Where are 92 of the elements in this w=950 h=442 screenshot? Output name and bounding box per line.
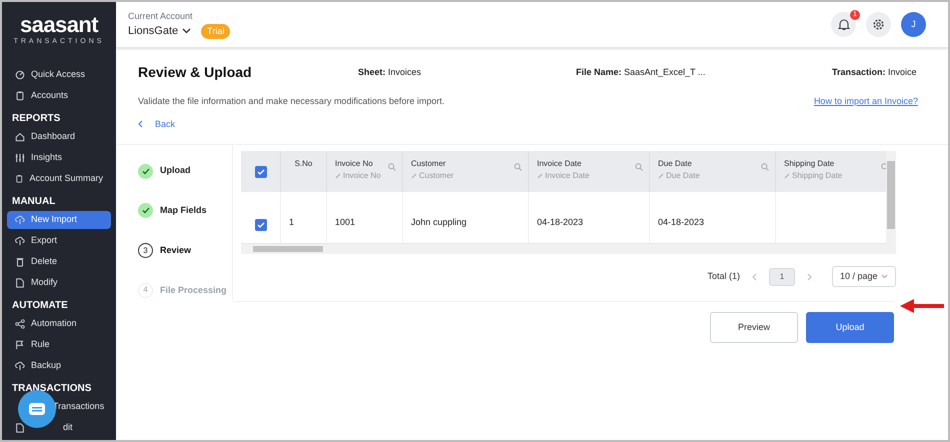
chevron-icon [182, 28, 192, 34]
clipboard-icon [15, 174, 24, 184]
sidebar-item[interactable]: dit [7, 418, 111, 438]
cloud-icon [15, 236, 25, 246]
link-icon [658, 173, 664, 180]
clipboard-icon [15, 90, 25, 101]
nodes-icon [15, 319, 25, 330]
column-title: Invoice No [335, 159, 373, 168]
page-button[interactable]: 1 [769, 268, 795, 286]
table-cell-text: 04-18-2023 [658, 216, 704, 229]
section-heading: TRANSACTIONS [11, 382, 92, 396]
link-icon [784, 173, 790, 180]
horizontal-scrollbar[interactable] [241, 244, 896, 254]
checkbox[interactable] [254, 166, 266, 178]
preview-button[interactable]: Preview [710, 312, 798, 344]
sidebar-item[interactable]: Dashboard [7, 128, 111, 146]
mapped-field: Customer [419, 170, 454, 182]
checkmark-icon [256, 222, 264, 228]
sidebar-item[interactable]: Rule [7, 336, 111, 354]
settings-button[interactable] [866, 12, 891, 37]
cloud-icon [15, 214, 25, 225]
search-icon [514, 163, 522, 172]
mapped-field: Invoice No [343, 170, 381, 182]
search-icon [388, 163, 396, 172]
help-link[interactable]: How to import an Invoice? [814, 95, 918, 108]
link-icon [537, 173, 543, 180]
meta-text: Sheet: Invoices [358, 66, 422, 79]
sidebar-item[interactable]: Account Summary [7, 170, 111, 188]
meta-text: File Name: SaasAnt_Excel_T ... [576, 66, 706, 79]
sidebar-item[interactable]: Automation [7, 314, 111, 334]
back-link[interactable]: Back [138, 118, 176, 131]
logo-wordmark: saasant [20, 14, 98, 36]
column-title: Customer [411, 159, 446, 168]
chevron-icon [881, 274, 888, 280]
vertical-scrollbar[interactable] [886, 151, 896, 246]
sliders-icon [15, 152, 25, 163]
document-icon [15, 423, 25, 434]
table-cell-text: 1001 [335, 216, 356, 229]
upload-button[interactable]: Upload [806, 312, 894, 344]
column-title: Due Date [658, 159, 692, 168]
sidebar-item[interactable]: Modify [7, 274, 111, 292]
link-icon [335, 173, 341, 180]
column-title: S.No [294, 159, 312, 168]
step-label: Upload [160, 164, 190, 178]
step-label: Map Fields [160, 204, 207, 218]
sidebar-item[interactable]: Accounts [7, 86, 111, 106]
checkbox[interactable] [254, 219, 266, 232]
description-text: Validate the file information and make necessary modifications before import. [138, 95, 444, 108]
chat-icon [29, 403, 45, 415]
arrow-annotation [900, 298, 944, 314]
step-label: Review [160, 244, 192, 257]
trash-icon [15, 256, 25, 267]
home-icon [15, 132, 25, 142]
table-cell-text: 04-18-2023 [537, 216, 584, 229]
link-icon [411, 173, 417, 180]
cloud-icon [15, 361, 25, 372]
chevron-left-icon [138, 120, 143, 128]
sidebar-item[interactable]: Quick Access [7, 66, 111, 84]
document-icon [15, 278, 25, 288]
table-cell-text: John cuppling [411, 216, 467, 229]
sidebar-item[interactable]: Insights [7, 148, 111, 168]
bell-icon [838, 18, 850, 31]
column-title: Shipping Date [784, 159, 834, 168]
total-count: Total (1) [707, 270, 740, 283]
step-number: 3 [138, 243, 153, 258]
flag-icon [15, 340, 25, 350]
checkmark-icon [256, 168, 264, 175]
step-number: 4 [138, 282, 153, 298]
meta-text: Transaction: Invoice [832, 66, 917, 79]
account-dropdown[interactable]: LionsGate [128, 23, 192, 40]
section-heading: REPORTS [11, 112, 62, 126]
account-label: Current Account [128, 10, 194, 22]
trial-badge: Trial [201, 24, 230, 39]
search-icon [635, 163, 643, 172]
mapped-field: Due Date [666, 170, 700, 182]
mapped-field: Shipping Date [792, 170, 842, 182]
sidebar-item[interactable]: Export [7, 232, 111, 250]
settings-icon [872, 18, 885, 31]
mapped-field: Invoice Date [545, 170, 590, 182]
section-heading: MANUAL [11, 194, 56, 209]
page-size-dropdown[interactable]: 10 / page [832, 266, 896, 288]
page-title: Review & Upload [138, 63, 253, 82]
step-label: File Processing [160, 284, 227, 297]
table-cell-text: 1 [289, 216, 294, 229]
gauge-icon [15, 70, 25, 80]
section-heading: AUTOMATE [11, 298, 69, 313]
sidebar-item[interactable]: Delete [7, 252, 111, 272]
search-icon [761, 163, 769, 172]
sidebar-item[interactable]: Backup [7, 356, 111, 376]
sidebar-item[interactable]: New Import [7, 210, 111, 230]
column-title: Invoice Date [537, 159, 582, 168]
user-avatar[interactable]: J [901, 12, 926, 37]
